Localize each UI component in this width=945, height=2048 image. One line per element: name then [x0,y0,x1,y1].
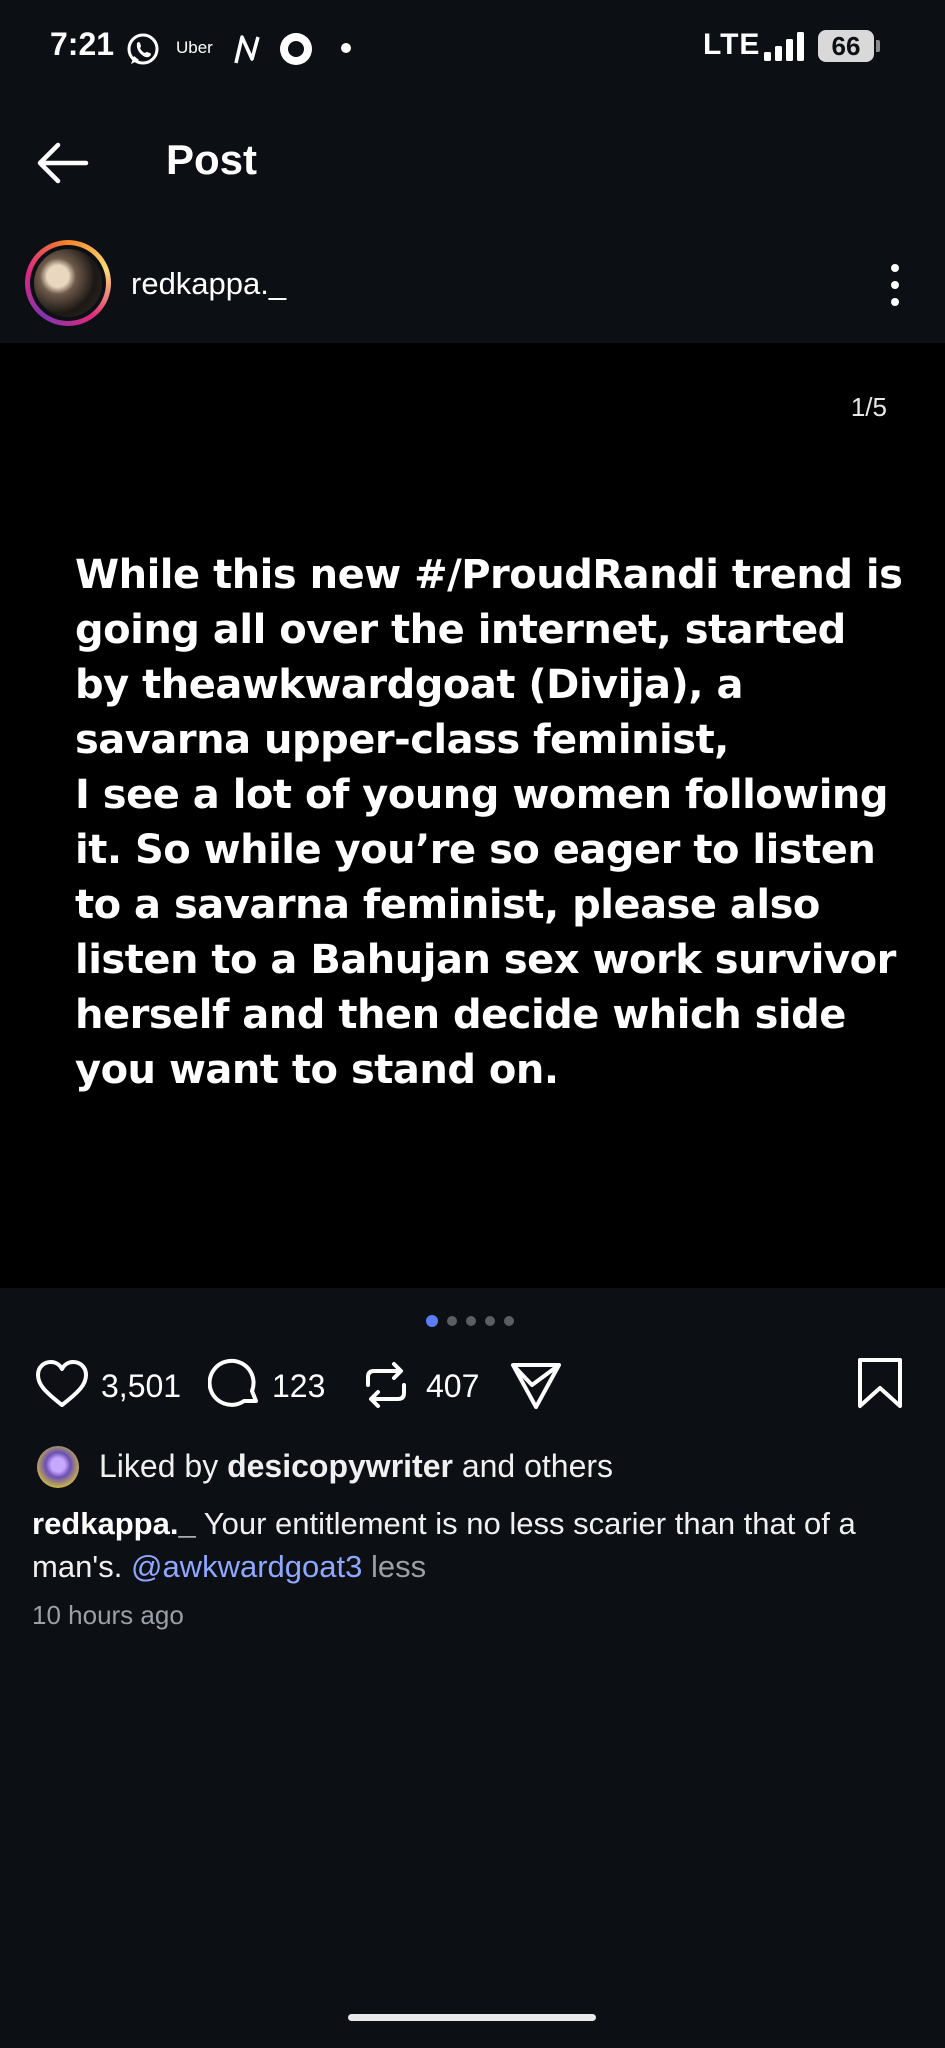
likes-count[interactable]: 3,501 [101,1368,181,1405]
comment-icon[interactable] [208,1357,264,1413]
carousel-dot-active [426,1315,438,1327]
liked-by-user[interactable]: desicopywriter [227,1448,453,1484]
liker-avatar[interactable] [37,1446,79,1488]
liked-by-prefix: Liked by [99,1448,219,1484]
caption-username[interactable]: redkappa._ [32,1506,196,1541]
author-avatar[interactable] [34,249,102,317]
post-caption: redkappa._ Your entitlement is no less s… [32,1502,912,1588]
author-username[interactable]: redkappa._ [131,266,286,302]
liked-by-suffix: and others [461,1448,614,1484]
notification-dot-icon [341,43,351,53]
media-page-indicator: 1/5 [850,392,887,422]
carousel-dot [504,1316,514,1326]
caption-mention[interactable]: @awkwardgoat3 [131,1549,362,1584]
network-type: LTE [703,28,761,61]
heart-icon[interactable] [34,1357,90,1413]
battery-level: 66 [818,30,874,62]
carousel-dot [485,1316,495,1326]
home-indicator[interactable] [348,2014,596,2021]
post-image-text: While this new #/ProudRandi trend is goi… [75,552,903,1093]
carousel-dot [447,1316,457,1326]
share-icon[interactable] [508,1357,564,1413]
status-bar: 7:21 Uber LTE 66 [0,0,945,100]
battery-tip [876,40,880,52]
carousel-dots [426,1315,514,1328]
caption-less-toggle[interactable]: less [371,1549,426,1584]
n-app-icon [234,35,260,64]
circle-app-icon [280,33,312,65]
repost-icon[interactable] [358,1357,414,1413]
signal-icon [764,32,804,61]
back-arrow-icon[interactable] [30,130,96,196]
whatsapp-icon [127,33,159,65]
post-timestamp: 10 hours ago [32,1600,184,1630]
carousel-dot [466,1316,476,1326]
bookmark-icon[interactable] [852,1355,908,1411]
uber-notification-label: Uber [176,38,213,57]
more-vertical-icon[interactable] [880,260,910,310]
page-title: Post [166,136,258,183]
status-time: 7:21 [50,26,115,62]
liked-by-line[interactable]: Liked by desicopywriter and others [99,1448,613,1485]
reposts-count[interactable]: 407 [426,1368,479,1405]
comments-count[interactable]: 123 [272,1368,325,1405]
